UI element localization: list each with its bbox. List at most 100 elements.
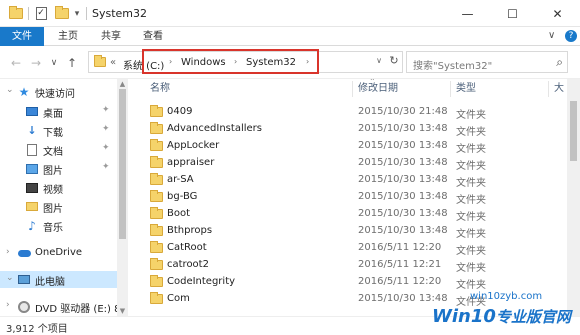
tab-home[interactable]: 主页 (50, 27, 86, 46)
search-icon[interactable]: ⌕ (556, 55, 563, 70)
navigation-pane: ⌄ ★ 快速访问 桌面 ✦ ↓ 下载 ✦ 文档 ✦ 图片 ✦ 视频 图片 ♪ 音… (0, 79, 128, 316)
sidebar-item-onedrive[interactable]: › OneDrive (0, 245, 120, 262)
star-icon: ★ (18, 84, 30, 99)
file-modified: 2015/10/30 13:48 (358, 208, 448, 219)
forward-button[interactable]: → (28, 55, 44, 71)
chevron-down-icon[interactable]: ⌄ (6, 273, 14, 283)
watermark-site: win10zyb.com (470, 291, 543, 302)
column-header-name[interactable]: 名称 (150, 79, 170, 99)
chevron-right-icon[interactable]: › (6, 247, 10, 257)
file-modified: 2015/10/30 13:48 (358, 140, 448, 151)
ribbon: 文件 主页 共享 查看 ∨ ? (0, 27, 580, 46)
file-name: bg-BG (167, 191, 198, 202)
table-row[interactable]: Boot 2015/10/30 13:48 文件夹 (131, 206, 580, 223)
search-input[interactable]: 搜索"System32" (413, 57, 492, 72)
sidebar-item-documents[interactable]: 文档 ✦ (8, 141, 128, 158)
minimize-button[interactable]: — (445, 0, 490, 27)
folder-icon (150, 190, 163, 202)
sidebar-item-videos[interactable]: 视频 (8, 179, 128, 196)
folder-icon (150, 292, 163, 304)
file-list-scrollbar[interactable] (567, 79, 580, 316)
column-header-type[interactable]: 类型 (456, 79, 476, 99)
scroll-down-icon[interactable]: ▼ (117, 306, 128, 316)
customize-toolbar-button[interactable]: ▾ (72, 6, 82, 21)
table-row[interactable]: AdvancedInstallers 2015/10/30 13:48 文件夹 (131, 121, 580, 138)
sidebar-item-pictures[interactable]: 图片 ✦ (8, 160, 128, 177)
tab-file[interactable]: 文件 (0, 27, 44, 46)
search-box[interactable]: 搜索"System32" ⌕ (406, 51, 568, 73)
column-divider[interactable] (548, 81, 549, 97)
collapse-ribbon-button[interactable]: ∨ (548, 30, 555, 41)
scrollbar-thumb[interactable] (119, 89, 126, 239)
video-icon (25, 181, 39, 194)
column-divider[interactable] (352, 81, 353, 97)
sidebar-item-label: 音乐 (43, 223, 63, 234)
table-row[interactable]: CodeIntegrity 2016/5/11 12:20 文件夹 (131, 274, 580, 291)
chevron-right-icon[interactable]: › (6, 300, 10, 310)
scroll-up-icon[interactable]: ▲ (117, 79, 128, 89)
sidebar-item-music[interactable]: ♪ 音乐 (8, 217, 128, 235)
file-modified: 2016/5/11 12:20 (358, 242, 442, 253)
pin-icon[interactable]: ✦ (102, 105, 110, 115)
back-button[interactable]: ← (8, 55, 24, 71)
address-history-dropdown[interactable]: ∨ (373, 51, 385, 71)
up-button[interactable]: ↑ (64, 55, 80, 71)
sidebar-item-label: 图片 (43, 166, 63, 177)
title-bar: ✓ ▾ System32 — ☐ ✕ (0, 0, 580, 27)
new-folder-icon[interactable] (54, 6, 70, 21)
folder-icon (25, 200, 39, 213)
pin-icon[interactable]: ✦ (102, 143, 110, 153)
item-count: 3,912 个项目 (6, 324, 68, 335)
sidebar-item-quick-access[interactable]: ⌄ ★ 快速访问 (0, 83, 120, 100)
file-modified: 2015/10/30 13:48 (358, 157, 448, 168)
properties-icon[interactable]: ✓ (34, 6, 48, 21)
divider (86, 7, 87, 20)
table-row[interactable]: Bthprops 2015/10/30 13:48 文件夹 (131, 223, 580, 240)
navigation-bar: ← → ∨ ↑ « 系统 (C:) › Windows › System32 ›… (0, 46, 580, 79)
column-header-modified[interactable]: 修改日期 (358, 79, 398, 99)
column-header-size[interactable]: 大 (554, 79, 564, 99)
table-row[interactable]: catroot2 2016/5/11 12:21 文件夹 (131, 257, 580, 274)
sidebar-item-label: DVD 驱动器 (E:) 8 (35, 304, 121, 315)
recent-locations-button[interactable]: ∨ (46, 55, 62, 71)
file-type: 文件夹 (456, 229, 486, 240)
maximize-button[interactable]: ☐ (490, 0, 535, 27)
table-row[interactable]: bg-BG 2015/10/30 13:48 文件夹 (131, 189, 580, 206)
sidebar-item-pictures-folder[interactable]: 图片 (8, 198, 128, 215)
scrollbar-thumb[interactable] (570, 101, 577, 161)
sidebar-item-this-pc[interactable]: ⌄ 此电脑 (0, 271, 117, 288)
file-type: 文件夹 (456, 246, 486, 257)
sidebar-item-desktop[interactable]: 桌面 ✦ (8, 103, 128, 120)
file-modified: 2015/10/30 13:48 (358, 293, 448, 304)
table-row[interactable]: 0409 2015/10/30 21:48 文件夹 (131, 104, 580, 121)
help-button[interactable]: ? (565, 30, 577, 42)
sidebar-item-dvd-drive[interactable]: › DVD 驱动器 (E:) 8 (0, 298, 120, 315)
document-icon (25, 143, 39, 156)
table-row[interactable]: CatRoot 2016/5/11 12:20 文件夹 (131, 240, 580, 257)
pin-icon[interactable]: ✦ (102, 124, 110, 134)
file-modified: 2015/10/30 13:48 (358, 123, 448, 134)
file-modified: 2015/10/30 21:48 (358, 106, 448, 117)
table-row[interactable]: ar-SA 2015/10/30 13:48 文件夹 (131, 172, 580, 189)
table-row[interactable]: appraiser 2015/10/30 13:48 文件夹 (131, 155, 580, 172)
divider (28, 7, 29, 20)
navigation-pane-scrollbar[interactable]: ▲ ▼ (117, 79, 128, 316)
chevron-down-icon[interactable]: ⌄ (6, 85, 14, 95)
column-divider[interactable] (450, 81, 451, 97)
pin-icon[interactable]: ✦ (102, 162, 110, 172)
file-name: AdvancedInstallers (167, 123, 262, 134)
address-overflow[interactable]: « (110, 57, 116, 68)
sidebar-item-label: 此电脑 (35, 277, 65, 288)
refresh-button[interactable]: ↻ (385, 51, 403, 71)
pictures-icon (25, 162, 39, 175)
file-modified: 2015/10/30 13:48 (358, 225, 448, 236)
table-row[interactable]: AppLocker 2015/10/30 13:48 文件夹 (131, 138, 580, 155)
folder-icon (150, 139, 163, 151)
file-name: catroot2 (167, 259, 209, 270)
tab-view[interactable]: 查看 (135, 27, 171, 46)
file-name: 0409 (167, 106, 193, 117)
close-button[interactable]: ✕ (535, 0, 580, 27)
tab-share[interactable]: 共享 (93, 27, 129, 46)
sidebar-item-downloads[interactable]: ↓ 下载 ✦ (8, 122, 128, 139)
sidebar-item-label: 视频 (43, 185, 63, 196)
